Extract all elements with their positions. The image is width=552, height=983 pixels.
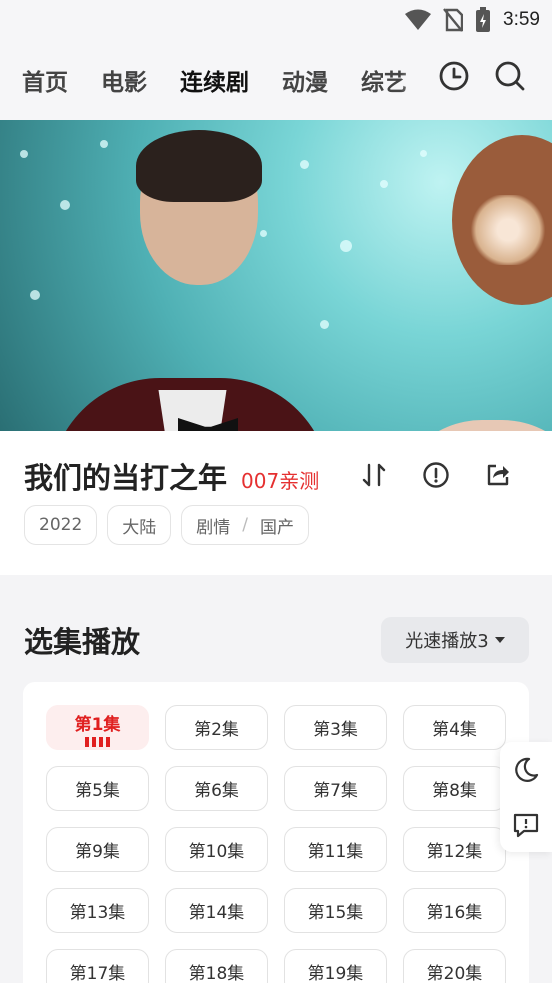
line-selector[interactable]: 光速播放3: [381, 617, 529, 663]
feedback-button[interactable]: [500, 797, 552, 852]
episode-label: 第6集: [194, 781, 239, 801]
tab-series[interactable]: 连续剧: [180, 63, 249, 101]
episode-label: 第4集: [432, 720, 477, 740]
episode-button[interactable]: 第1集: [46, 705, 149, 750]
tab-anime[interactable]: 动漫: [282, 63, 328, 97]
episode-button[interactable]: 第16集: [403, 888, 506, 933]
episode-button[interactable]: 第14集: [165, 888, 268, 933]
episode-button[interactable]: 第5集: [46, 766, 149, 811]
line-selector-label: 光速播放3: [405, 631, 489, 652]
report-icon[interactable]: [422, 461, 450, 489]
genre-label: 国产: [260, 517, 294, 538]
episode-button[interactable]: 第2集: [165, 705, 268, 750]
episode-label: 第15集: [307, 903, 364, 923]
episode-label: 第2集: [194, 720, 239, 740]
episode-label: 第8集: [432, 781, 477, 801]
episode-button[interactable]: 第19集: [284, 949, 387, 983]
episode-button[interactable]: 第4集: [403, 705, 506, 750]
category-tabs: 首页 电影 连续剧 动漫 综艺: [0, 40, 420, 120]
floating-toolbar: [500, 742, 552, 852]
episode-list: 第1集 第2集 第3集 第4集第5集 第6集 第7集 第8集第9集 第10集 第11集 第12集第…: [23, 682, 529, 983]
episode-button[interactable]: 第20集: [403, 949, 506, 983]
now-playing-icon: [85, 737, 110, 747]
history-clock-icon[interactable]: [438, 60, 470, 92]
wifi-icon: [405, 9, 432, 30]
episode-label: 第3集: [313, 720, 358, 740]
share-icon[interactable]: [484, 461, 512, 489]
episode-button[interactable]: 第12集: [403, 827, 506, 872]
top-navigation: 首页 电影 连续剧 动漫 综艺: [0, 40, 552, 120]
genre-label: 剧情: [196, 517, 231, 538]
bokeh-light: [20, 150, 28, 158]
episode-label: 第1集: [74, 715, 121, 735]
no-sim-icon: [443, 8, 464, 32]
episode-label: 第5集: [75, 781, 120, 801]
episode-button[interactable]: 第11集: [284, 827, 387, 872]
episode-button[interactable]: 第18集: [165, 949, 268, 983]
source-label: 007亲测: [241, 469, 320, 493]
night-mode-button[interactable]: [500, 742, 552, 797]
episode-button[interactable]: 第3集: [284, 705, 387, 750]
year-label: 2022: [39, 515, 83, 535]
feedback-icon: [513, 813, 539, 837]
episode-label: 第12集: [426, 842, 483, 862]
genre-tag: 剧情 / 国产: [181, 505, 309, 545]
episode-section-title: 选集播放: [24, 625, 141, 659]
tab-movies[interactable]: 电影: [101, 63, 147, 97]
video-figure: [392, 420, 552, 431]
status-time: 3:59: [503, 9, 540, 30]
video-figure: [468, 195, 548, 265]
battery-charging-icon: [476, 7, 491, 32]
episode-label: 第20集: [426, 964, 483, 983]
bokeh-light: [420, 150, 427, 157]
episode-button[interactable]: 第7集: [284, 766, 387, 811]
episode-label: 第11集: [307, 842, 364, 862]
episode-label: 第10集: [188, 842, 245, 862]
episode-label: 第7集: [313, 781, 358, 801]
video-figure: [136, 130, 262, 202]
episode-button[interactable]: 第6集: [165, 766, 268, 811]
night-mode-icon: [515, 757, 539, 782]
show-title: 我们的当打之年: [24, 461, 228, 495]
episode-label: 第13集: [69, 903, 126, 923]
status-bar: 3:59: [0, 0, 552, 40]
region-label: 大陆: [122, 517, 157, 538]
video-player[interactable]: [0, 120, 552, 431]
episode-label: 第17集: [69, 964, 126, 983]
bokeh-light: [300, 160, 309, 169]
bokeh-light: [100, 140, 108, 148]
bokeh-light: [260, 230, 267, 237]
episode-button[interactable]: 第13集: [46, 888, 149, 933]
year-tag: 2022: [24, 505, 98, 545]
bokeh-light: [320, 320, 329, 329]
bokeh-light: [60, 200, 70, 210]
tab-home[interactable]: 首页: [22, 63, 68, 97]
episode-label: 第19集: [307, 964, 364, 983]
episode-button[interactable]: 第8集: [403, 766, 506, 811]
tag-separator: /: [242, 515, 248, 535]
episode-label: 第18集: [188, 964, 245, 983]
bokeh-light: [380, 180, 388, 188]
episode-button[interactable]: 第9集: [46, 827, 149, 872]
search-icon[interactable]: [494, 60, 526, 92]
caret-down-icon: [494, 637, 505, 643]
episode-label: 第16集: [426, 903, 483, 923]
tab-fade: [400, 40, 430, 120]
episode-button[interactable]: 第17集: [46, 949, 149, 983]
sort-icon[interactable]: [360, 461, 388, 489]
episode-button[interactable]: 第10集: [165, 827, 268, 872]
episode-label: 第14集: [188, 903, 245, 923]
bokeh-light: [30, 290, 40, 300]
show-detail: 我们的当打之年 007亲测 2022 大陆 剧情 / 国产: [0, 431, 552, 575]
bokeh-light: [340, 240, 352, 252]
episode-section: 选集播放 光速播放3 第1集 第2集 第3集 第4集 第5集 第6集 第7集 第8集 第9集 第1…: [0, 578, 552, 983]
episode-label: 第9集: [75, 842, 120, 862]
episode-button[interactable]: 第15集: [284, 888, 387, 933]
region-tag: 大陆: [107, 505, 172, 545]
